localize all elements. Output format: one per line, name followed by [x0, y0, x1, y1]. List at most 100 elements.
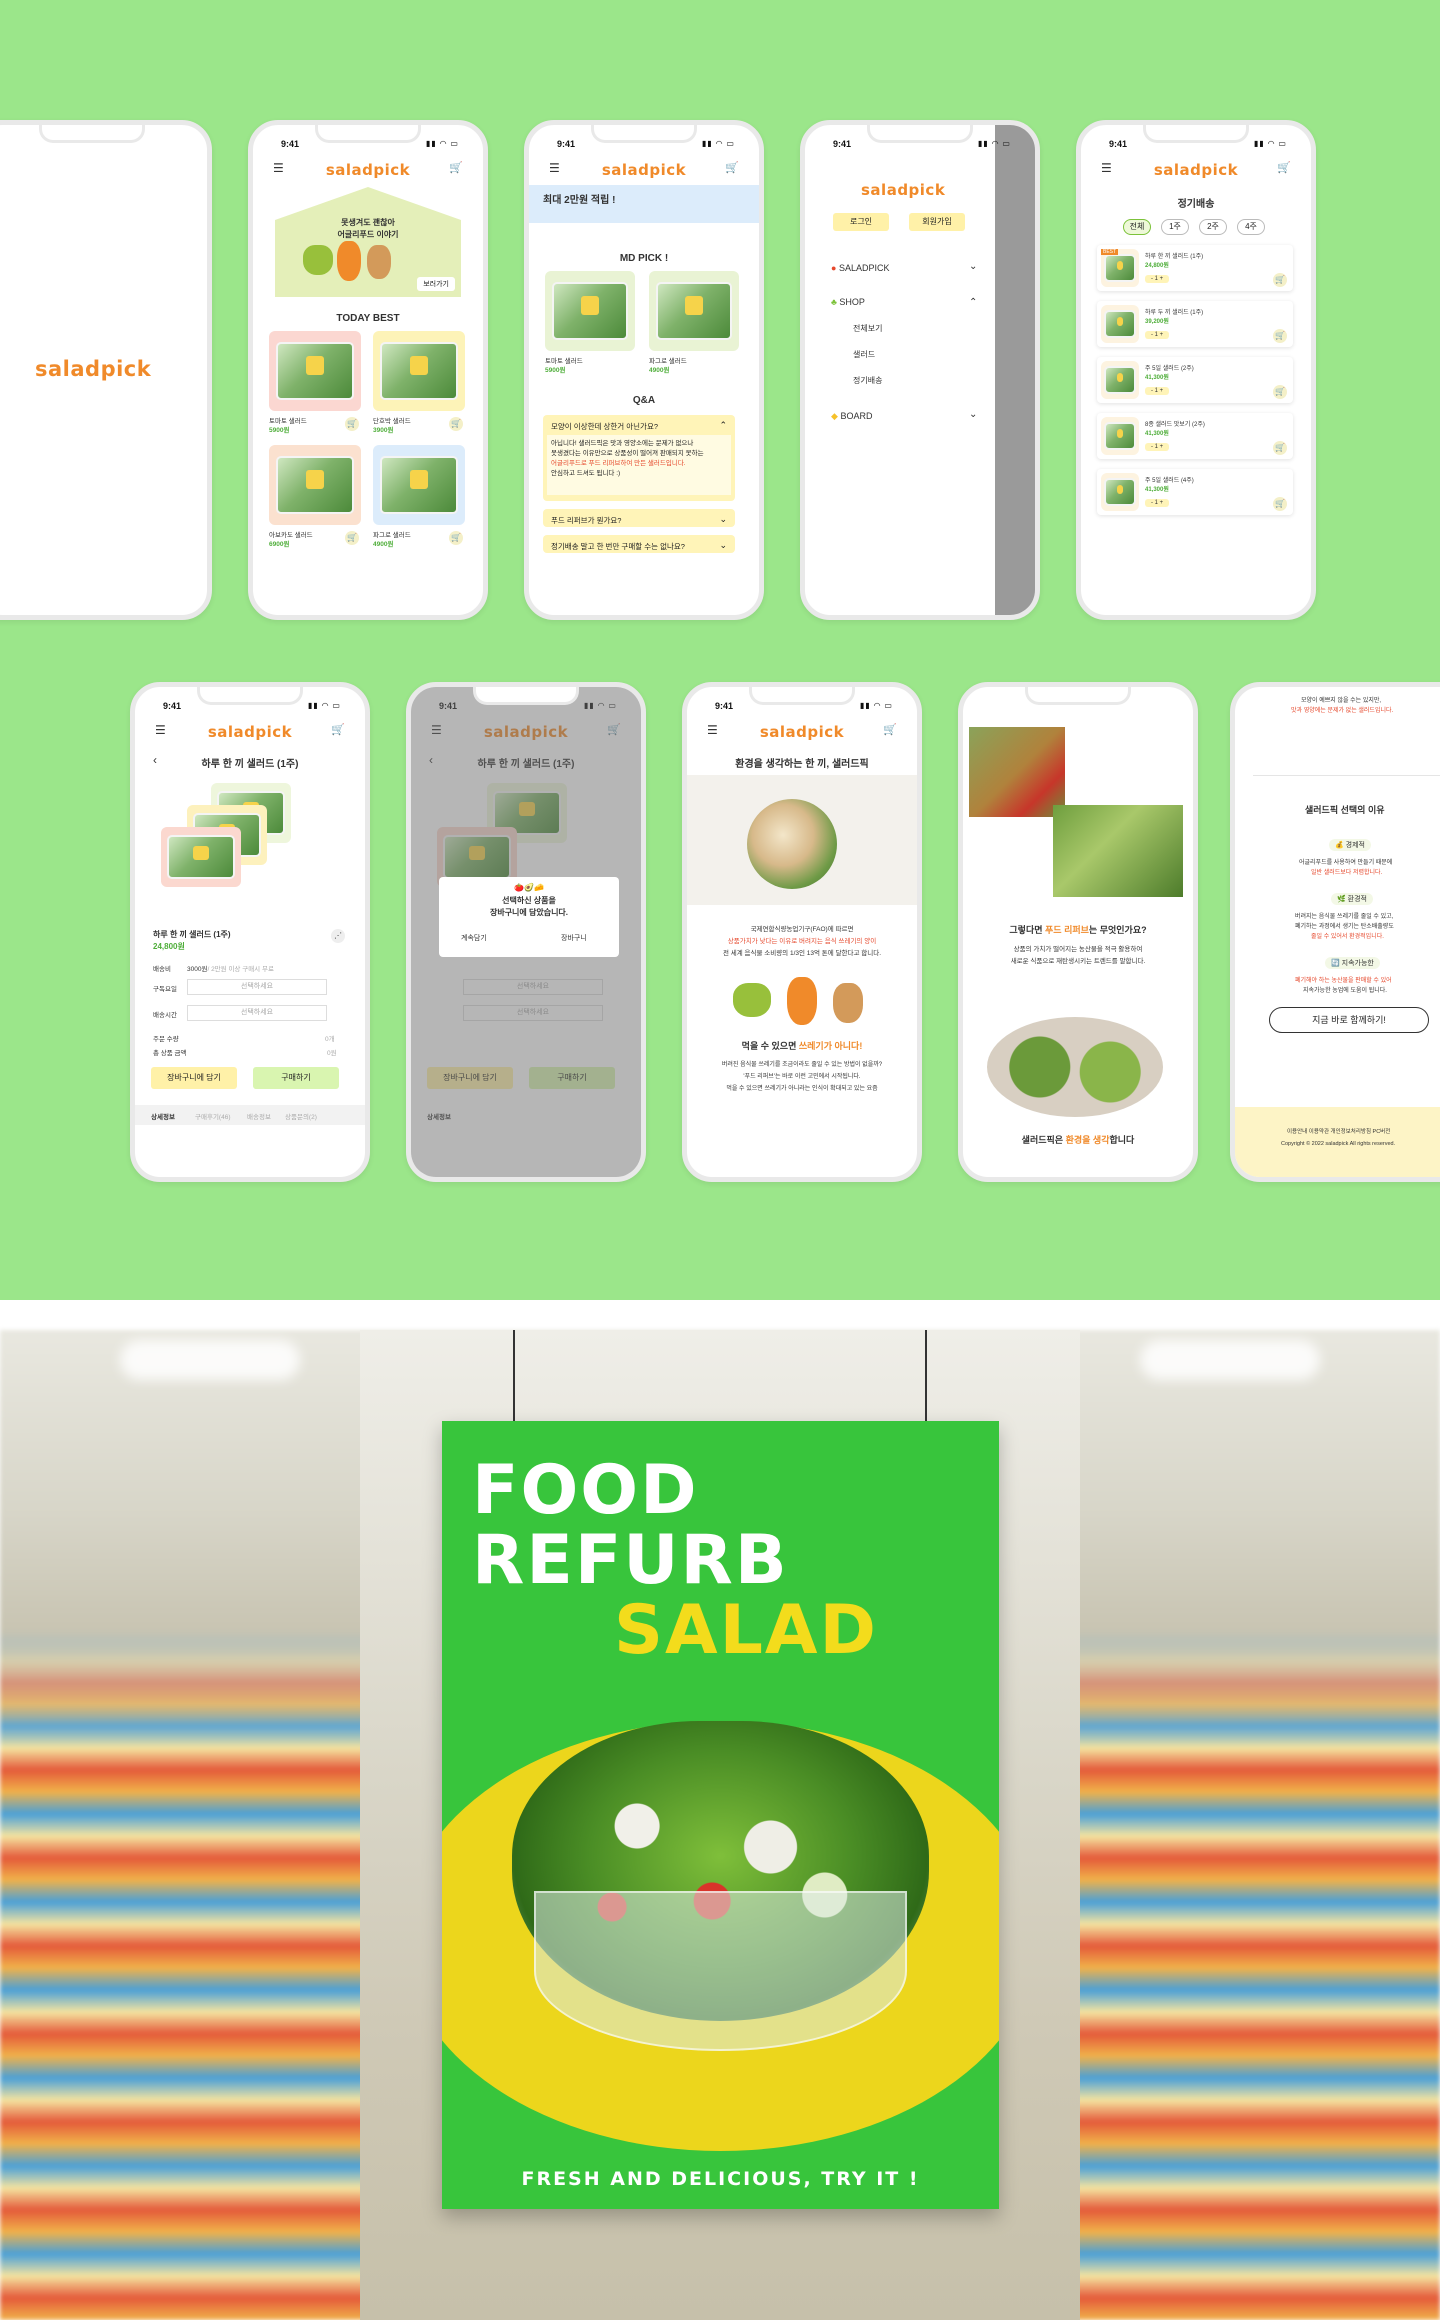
subscription-image: [1101, 417, 1139, 455]
submenu-regular[interactable]: 정기배송: [853, 375, 882, 386]
app-header: ☰ saladpick 🛒: [1081, 159, 1311, 181]
tab-all[interactable]: 전체: [1123, 219, 1151, 235]
tab-inquiry[interactable]: 상품문의(2): [285, 1111, 317, 1121]
modal-icons: 🍅🥑🧀: [514, 883, 544, 892]
qna-item-open[interactable]: 모양이 이상한데 상한거 아닌가요? ⌃ 아닙니다! 샐러드픽은 맛과 영양소에는…: [543, 415, 735, 501]
md-product-image[interactable]: [649, 271, 739, 351]
phone-notch: [1025, 687, 1131, 705]
add-cart-icon[interactable]: 🛒: [1273, 273, 1287, 287]
add-to-cart-button[interactable]: 장바구니에 담기: [151, 1067, 237, 1089]
menu-item-saladpick[interactable]: ● SALADPICK: [831, 263, 889, 273]
order-qty-value: 0개: [325, 1036, 335, 1043]
footer: 이용안내 이용약관 개인정보처리방침 PC버전 Copyright © 2022…: [1235, 1107, 1440, 1177]
section-title-md-pick: MD PICK !: [619, 253, 669, 264]
qna-item[interactable]: 푸드 리퍼브가 뭔가요? ⌄: [543, 509, 735, 527]
join-now-button[interactable]: 지금 바로 함께하기!: [1269, 1007, 1429, 1033]
reasons-top-2: 맛과 영양에는 문제가 없는 샐러드입니다.: [1291, 708, 1394, 714]
promo-banner[interactable]: 최대 2만원 적립 !: [529, 185, 759, 223]
product-image[interactable]: [373, 445, 465, 525]
add-cart-icon[interactable]: 🛒: [449, 531, 463, 545]
character-orange: [787, 977, 817, 1025]
subscription-card[interactable]: 주 5일 샐러드 (4주) 41,300원 - 1 + 🛒: [1097, 469, 1293, 515]
about-title: 환경을 생각하는 한 끼, 샐러드픽: [735, 759, 869, 770]
cart-icon[interactable]: 🛒: [331, 723, 345, 736]
total-value: 0원: [327, 1050, 337, 1057]
add-cart-icon[interactable]: 🛒: [1273, 385, 1287, 399]
share-icon[interactable]: ⋰: [331, 929, 345, 943]
subscription-card[interactable]: 주 5일 샐러드 (2주) 41,300원 - 1 + 🛒: [1097, 357, 1293, 403]
login-button[interactable]: 로그인: [833, 213, 889, 231]
lettuce-field-photo: [1053, 805, 1183, 897]
phone-subscription: 9:41 ▮▮ ◠ ▭ ☰ saladpick 🛒 정기배송 전체 1주 2주 4…: [1076, 120, 1316, 620]
phone-side-menu: 9:41 ▮▮ ◠ ▭ saladpick 로그인 회원가입 ● SALADPIC…: [800, 120, 1040, 620]
dimmed-content: [995, 125, 1035, 615]
md-product-image[interactable]: [545, 271, 635, 351]
promo-text: 최대 2만원 적립 !: [543, 195, 616, 206]
buy-button[interactable]: 구매하기: [253, 1067, 339, 1089]
ceiling-light: [1140, 1340, 1320, 1380]
submenu-salad[interactable]: 샐러드: [853, 349, 875, 360]
reason-economic-desc: 일반 샐러드보다 저렴합니다.: [1311, 870, 1383, 876]
subscription-name: 하루 한 끼 샐러드 (1주): [1145, 254, 1204, 260]
menu-item-board[interactable]: ◆ BOARD: [831, 411, 872, 422]
subscription-card[interactable]: 하루 두 끼 샐러드 (1주) 39,200원 - 1 + 🛒: [1097, 301, 1293, 347]
menu-logo: saladpick: [861, 181, 946, 199]
chevron-up-icon: ⌃: [719, 420, 727, 430]
add-cart-icon[interactable]: 🛒: [449, 417, 463, 431]
add-cart-icon[interactable]: 🛒: [1273, 441, 1287, 455]
poster-line-refurb: REFURB: [472, 1521, 789, 1600]
reason-environment: 🌿 환경적: [1331, 893, 1373, 905]
quantity-stepper[interactable]: - 1 +: [1145, 331, 1170, 339]
join-button[interactable]: 회원가입: [909, 213, 965, 231]
menu-item-shop[interactable]: ♣ SHOP: [831, 297, 865, 307]
footer-links[interactable]: 이용안내 이용약관 개인정보처리방침 PC버전: [1287, 1127, 1390, 1135]
subscription-card[interactable]: 8종 샐러드 맛보기 (2주) 41,300원 - 1 + 🛒: [1097, 413, 1293, 459]
about-q3: 먹을 수 있으면 쓰레기가 아니라는 인식이 확대되고 있는 요즘: [726, 1086, 878, 1092]
submenu-all[interactable]: 전체보기: [853, 323, 882, 334]
phone-cart-modal: 9:41▮▮ ◠ ▭ ☰ saladpick 🛒 ‹ 하루 한 끼 샐러드 (1…: [406, 682, 646, 1182]
time-select[interactable]: 선택하세요: [187, 1005, 327, 1021]
hero-cta-button[interactable]: 보러가기: [417, 277, 455, 291]
add-cart-icon[interactable]: 🛒: [1273, 329, 1287, 343]
hero-banner[interactable]: 못생겨도 괜찮아 어글리푸드 이야기 보러가기: [275, 187, 461, 297]
add-cart-icon[interactable]: 🛒: [1273, 497, 1287, 511]
quantity-stepper[interactable]: - 1 +: [1145, 275, 1170, 283]
character-brown: [367, 245, 391, 279]
subscription-card[interactable]: BEST 하루 한 끼 샐러드 (1주) 24,800원 - 1 + 🛒: [1097, 245, 1293, 291]
cart-icon[interactable]: 🛒: [883, 723, 897, 736]
quantity-stepper[interactable]: - 1 +: [1145, 443, 1170, 451]
phone-reasons: 모양이 예쁘지 않을 수는 있지만, 맛과 영양에는 문제가 없는 샐러드입니다…: [1230, 682, 1440, 1182]
day-select[interactable]: 선택하세요: [187, 979, 327, 995]
tab-detail[interactable]: 상세정보: [151, 1111, 175, 1121]
about-p1: 국제연합식량농업기구(FAO)에 따르면: [750, 926, 854, 933]
add-cart-icon[interactable]: 🛒: [345, 417, 359, 431]
tab-shipping[interactable]: 배송정보: [247, 1111, 271, 1121]
product-image[interactable]: [269, 445, 361, 525]
tab-reviews[interactable]: 구매후기(46): [195, 1111, 230, 1121]
add-cart-icon[interactable]: 🛒: [345, 531, 359, 545]
total-label: 총 상품 금액: [153, 1050, 187, 1057]
product-price: 4900원: [373, 541, 394, 548]
cart-icon[interactable]: 🛒: [1277, 161, 1291, 174]
refurb-p2: 새로운 식품으로 재탄생시키는 트렌드를 말합니다.: [1010, 958, 1146, 965]
continue-button[interactable]: 계속담기: [461, 933, 487, 943]
cart-icon[interactable]: 🛒: [725, 161, 739, 174]
go-cart-button[interactable]: 장바구니: [561, 933, 587, 943]
quantity-stepper[interactable]: - 1 +: [1145, 499, 1170, 507]
qna-answer: 아닙니다! 샐러드픽은 맛과 영양소에는 문제가 없으나 못생겼다는 이유만으로 …: [547, 435, 731, 495]
tab-1week[interactable]: 1주: [1161, 219, 1189, 235]
product-image[interactable]: [373, 331, 465, 411]
tab-4week[interactable]: 4주: [1237, 219, 1265, 235]
reason-environment-desc: 줄일 수 있어서 환경적입니다.: [1311, 934, 1384, 940]
quantity-stepper[interactable]: - 1 +: [1145, 387, 1170, 395]
product-image[interactable]: [269, 331, 361, 411]
section-title-today-best: TODAY BEST: [336, 313, 400, 324]
phone-md-pick: 9:41 ▮▮ ◠ ▭ ☰ saladpick 🛒 최대 2만원 적립 ! MD …: [524, 120, 764, 620]
subscription-price: 41,300원: [1145, 375, 1169, 381]
best-badge: BEST: [1101, 249, 1119, 255]
cart-icon[interactable]: 🛒: [449, 161, 463, 174]
refurb-question: 그렇다면 푸드 리퍼브는 무엇인가요?: [1009, 925, 1147, 935]
phone-home: 9:41 ▮▮ ◠ ▭ ☰ saladpick 🛒 못생겨도 괜찮아 어글리푸드 …: [248, 120, 488, 620]
tab-2week[interactable]: 2주: [1199, 219, 1227, 235]
qna-item[interactable]: 정기배송 말고 한 번만 구매할 수는 없나요? ⌄: [543, 535, 735, 553]
